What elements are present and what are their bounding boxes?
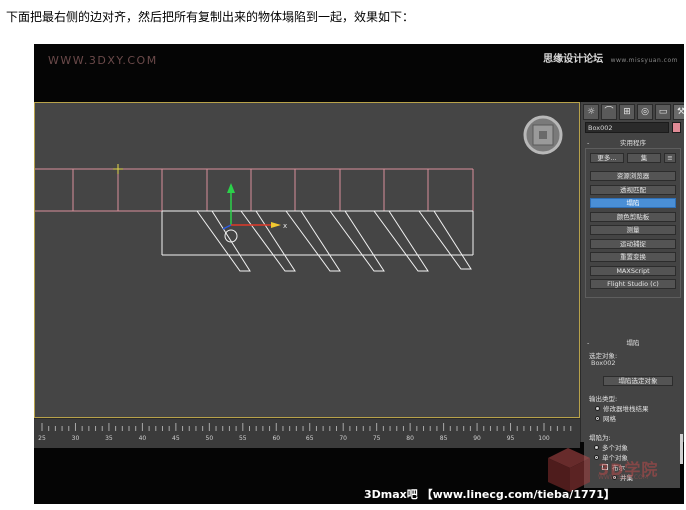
- collapse-to-label: 塌陷为:: [589, 434, 611, 442]
- forum-watermark: 思缘设计论坛 www.missyuan.com: [543, 50, 678, 65]
- utilities-rollout-title: 实用程序: [620, 139, 646, 147]
- collapse-rollout-title: 塌陷: [626, 339, 640, 347]
- utility-item-button[interactable]: 透视匹配: [590, 184, 676, 195]
- modify-curve-icon: ⌒: [604, 106, 614, 117]
- max-screenshot: WWW.3DXY.COM 思缘设计论坛 www.missyuan.com x 2…: [34, 44, 684, 504]
- hierarchy-tab[interactable]: ⊞: [619, 104, 635, 120]
- output-mesh-label: 网格: [603, 415, 616, 423]
- modify-tab[interactable]: ⌒: [601, 104, 617, 120]
- object-name-field[interactable]: Box002: [585, 122, 669, 133]
- utility-item-button[interactable]: 资源浏览器: [590, 171, 676, 181]
- logo-subtext: WWW.3DXY.COM: [598, 474, 649, 481]
- wireframe-box-row: [35, 168, 474, 212]
- utility-item-button[interactable]: 测量: [590, 225, 676, 235]
- utility-item-button[interactable]: MAXScript: [590, 265, 676, 276]
- object-color-swatch[interactable]: [672, 122, 681, 133]
- motion-tab[interactable]: ◎: [637, 104, 653, 120]
- output-type-label: 输出类型:: [589, 395, 618, 403]
- footer-credit: 3Dmax吧 【www.linecg.com/tieba/1771】: [364, 488, 615, 501]
- create-tab[interactable]: ☼: [583, 104, 599, 120]
- command-panel-tabs: ☼ ⌒ ⊞ ◎ ▭ ⚒: [583, 104, 684, 120]
- timeline-tick-label: 25: [38, 435, 46, 442]
- timeline-tick-label: 95: [506, 435, 515, 442]
- selected-objects-value: Box002: [591, 359, 616, 367]
- timeline-tick-label: 50: [205, 435, 214, 442]
- utilities-rollout: 更多... 集 ≡ 资源浏览器透视匹配塌陷颜色剪贴板测量运动捕捉重置变换 MAXS…: [585, 148, 681, 298]
- timeline-tick-label: 70: [339, 435, 348, 442]
- utility-item-button[interactable]: 塌陷: [590, 198, 676, 208]
- gizmo-x-label: x: [283, 222, 287, 230]
- utility-item-button[interactable]: 运动捕捉: [590, 238, 676, 249]
- forum-watermark-name: 思缘设计论坛: [543, 54, 604, 65]
- collapse-minus-icon: -: [587, 339, 590, 347]
- command-panel: ☼ ⌒ ⊞ ◎ ▭ ⚒ Box002 - 实用程序 更多... 集 ≡ 资源浏览…: [580, 102, 684, 442]
- perspective-viewport[interactable]: x: [34, 102, 580, 418]
- timeline-ticks: [41, 423, 572, 431]
- time-slider-track[interactable]: 25 30 35 40 45 50 55 60 65 70 75 80 85 90 95 100: [34, 418, 580, 449]
- timeline-tick-label: 30: [71, 435, 80, 442]
- utilities-hammer-icon: ⚒: [676, 106, 684, 117]
- timeline-tick-label: 90: [473, 435, 481, 442]
- output-mesh-radio[interactable]: [595, 416, 600, 421]
- pivot-marker: [113, 164, 123, 174]
- timeline-tick-label: 40: [138, 435, 147, 442]
- config-icon: ≡: [667, 154, 673, 162]
- collapse-rollout: 选定对象: Box002 塌陷选定对象 输出类型: 修改器堆栈结果 网格 塌陷为…: [585, 348, 681, 448]
- utility-item-button[interactable]: 颜色剪贴板: [590, 211, 676, 222]
- selected-stair-object: [161, 210, 474, 272]
- utility-item-button[interactable]: 重置变换: [590, 252, 676, 262]
- move-gizmo: x: [222, 183, 287, 230]
- timeline-tick-label: 80: [406, 435, 414, 442]
- utilities-rollout-header[interactable]: - 实用程序: [585, 138, 681, 148]
- timeline-tick-label: 55: [238, 435, 247, 442]
- site-watermark: WWW.3DXY.COM: [48, 54, 158, 67]
- output-stack-result-radio[interactable]: [595, 406, 600, 411]
- tutorial-caption: 下面把最右侧的边对齐，然后把所有复制出来的物体塌陷到一起，效果如下：: [6, 10, 415, 24]
- hierarchy-icon: ⊞: [623, 106, 631, 117]
- motion-icon: ◎: [641, 106, 649, 117]
- panel-scrollbar[interactable]: [680, 434, 683, 464]
- display-tab[interactable]: ▭: [655, 104, 671, 120]
- viewcube-icon: [523, 115, 563, 155]
- configure-sets-button[interactable]: ≡: [664, 153, 676, 163]
- collapse-minus-icon: -: [587, 139, 590, 147]
- output-stack-result-label: 修改器堆栈结果: [603, 405, 649, 413]
- collapse-selected-button[interactable]: 塌陷选定对象: [603, 376, 673, 386]
- display-icon: ▭: [658, 106, 668, 117]
- utility-item-button[interactable]: Flight Studio (c): [590, 279, 676, 289]
- timeline-tick-label: 75: [372, 435, 381, 442]
- timeline-tick-label: 35: [105, 435, 113, 442]
- more-button[interactable]: 更多...: [590, 153, 624, 163]
- sets-button[interactable]: 集: [627, 153, 661, 163]
- timeline-tick-label: 85: [439, 435, 448, 442]
- viewport-scene: x: [35, 115, 563, 272]
- forum-watermark-url: www.missyuan.com: [610, 57, 678, 64]
- timeline-tick-label: 65: [305, 435, 314, 442]
- timeline-tick-label: 100: [538, 435, 550, 442]
- sun-icon: ☼: [586, 106, 596, 117]
- utilities-tab[interactable]: ⚒: [673, 104, 684, 120]
- collapse-rollout-header[interactable]: - 塌陷: [585, 338, 681, 348]
- timeline-tick-label: 45: [172, 435, 180, 442]
- timeline-tick-label: 60: [272, 435, 281, 442]
